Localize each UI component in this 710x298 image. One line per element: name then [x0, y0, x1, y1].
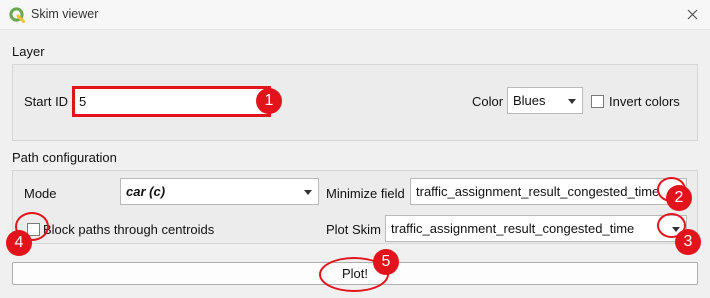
annotation-badge-2: 2: [666, 185, 692, 211]
invert-colors-checkbox[interactable]: [591, 95, 604, 108]
start-id-label: Start ID: [24, 94, 69, 109]
close-button[interactable]: [681, 4, 703, 24]
path-config-section-label: Path configuration: [12, 150, 117, 165]
title-bar: [0, 0, 710, 30]
color-label: Color: [472, 94, 504, 109]
close-icon: [687, 9, 697, 19]
chevron-down-icon: [304, 189, 312, 195]
annotation-badge-4: 4: [6, 230, 32, 256]
color-select-value: Blues: [513, 93, 546, 108]
mode-select-value: car (c): [126, 184, 166, 199]
mode-select[interactable]: car (c): [120, 178, 319, 205]
plot-skim-value: traffic_assignment_result_congested_time: [391, 221, 635, 236]
annotation-badge-1: 1: [256, 88, 282, 114]
minimize-field-select[interactable]: traffic_assignment_result_congested_time: [410, 178, 687, 205]
mode-label: Mode: [24, 186, 57, 201]
window-title: Skim viewer: [31, 7, 99, 21]
color-select[interactable]: Blues: [507, 87, 583, 114]
annotation-badge-3: 3: [675, 229, 701, 255]
minimize-field-label: Minimize field: [326, 186, 405, 201]
annotation-box-1: [72, 86, 271, 117]
plot-skim-select[interactable]: traffic_assignment_result_congested_time: [385, 215, 687, 242]
chevron-down-icon: [568, 98, 576, 104]
plot-skim-label: Plot Skim: [326, 222, 381, 237]
annotation-badge-5: 5: [373, 249, 399, 275]
qgis-logo-icon: [9, 7, 25, 23]
invert-colors-label: Invert colors: [609, 94, 680, 109]
minimize-field-value: traffic_assignment_result_congested_time: [416, 184, 660, 199]
layer-section-label: Layer: [12, 44, 45, 59]
block-paths-label: Block paths through centroids: [43, 222, 215, 237]
